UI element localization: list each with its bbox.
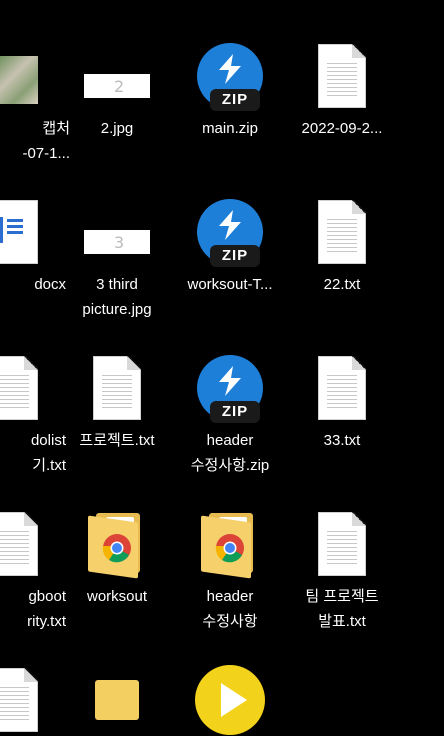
svg-text:3: 3 bbox=[114, 233, 124, 252]
desktop-item-springboot[interactable]: gboot rity.txt bbox=[0, 508, 66, 634]
text-document-icon bbox=[306, 196, 378, 268]
svg-text:2: 2 bbox=[114, 77, 124, 96]
image-capture-icon bbox=[0, 40, 54, 112]
desktop-item-capture[interactable]: 캡처 -07-1... bbox=[0, 40, 70, 166]
item-label: gboot rity.txt bbox=[27, 588, 66, 630]
image-thumbnail-icon: 3 bbox=[81, 196, 153, 268]
zip-archive-icon: ZIP bbox=[194, 40, 266, 112]
word-document-icon bbox=[0, 196, 50, 268]
item-label: 2022-09-2... bbox=[301, 120, 383, 137]
item-label: dolist 기.txt bbox=[30, 432, 66, 474]
folder-icon bbox=[81, 664, 153, 736]
desktop-item-header-zip[interactable]: ZIP header 수정사항.zip bbox=[178, 352, 282, 478]
text-document-icon bbox=[0, 352, 50, 424]
chrome-folder-icon bbox=[194, 508, 266, 580]
desktop-item-header-folder[interactable]: header 수정사항 bbox=[178, 508, 282, 634]
text-document-icon bbox=[306, 508, 378, 580]
item-label: 프로젝트.txt bbox=[79, 432, 155, 449]
item-label: worksout-T... bbox=[187, 276, 273, 293]
desktop-item-docx[interactable]: docx bbox=[0, 196, 66, 297]
desktop-item-partial-doc[interactable] bbox=[0, 664, 66, 736]
image-thumbnail-icon: 2 bbox=[81, 40, 153, 112]
desktop-item-2-jpg[interactable]: 2 2.jpg bbox=[65, 40, 169, 141]
desktop-item-partial-folder[interactable] bbox=[65, 664, 169, 736]
desktop-item-worksout-zip[interactable]: ZIP worksout-T... bbox=[178, 196, 282, 297]
item-label: 3 third picture.jpg bbox=[82, 276, 152, 318]
item-label: main.zip bbox=[202, 120, 258, 137]
item-label: header 수정사항.zip bbox=[190, 432, 270, 474]
item-label: 팀 프로젝트 발표.txt bbox=[305, 588, 379, 630]
desktop-item-dolist[interactable]: dolist 기.txt bbox=[0, 352, 66, 478]
item-label: 33.txt bbox=[323, 432, 361, 449]
item-label: docx bbox=[34, 276, 66, 293]
desktop-item-33-txt[interactable]: 33.txt bbox=[290, 352, 394, 453]
desktop-item-2022-09[interactable]: 2022-09-2... bbox=[290, 40, 394, 141]
text-document-icon bbox=[306, 352, 378, 424]
item-label: header 수정사항 bbox=[202, 588, 258, 630]
media-player-icon bbox=[194, 664, 266, 736]
desktop-item-team-project[interactable]: 팀 프로젝트 발표.txt bbox=[290, 508, 394, 634]
desktop-item-worksout-folder[interactable]: worksout bbox=[65, 508, 169, 609]
desktop-item-3-third-picture[interactable]: 3 3 third picture.jpg bbox=[65, 196, 169, 322]
item-label: 캡처 -07-1... bbox=[22, 120, 70, 162]
desktop-item-main-zip[interactable]: ZIP main.zip bbox=[178, 40, 282, 141]
zip-archive-icon: ZIP bbox=[194, 196, 266, 268]
text-document-icon bbox=[0, 508, 50, 580]
desktop-item-partial-media[interactable] bbox=[178, 664, 282, 736]
chrome-folder-icon bbox=[81, 508, 153, 580]
text-document-icon bbox=[81, 352, 153, 424]
item-label: 22.txt bbox=[323, 276, 361, 293]
item-label: 2.jpg bbox=[100, 120, 134, 137]
text-document-icon bbox=[0, 664, 50, 736]
text-document-icon bbox=[306, 40, 378, 112]
desktop-item-project-txt[interactable]: 프로젝트.txt bbox=[65, 352, 169, 453]
desktop: 캡처 -07-1... 2 2.jpg ZIP main.zip 2022-09… bbox=[0, 0, 444, 735]
item-label: worksout bbox=[86, 588, 148, 605]
desktop-item-22-txt[interactable]: 22.txt bbox=[290, 196, 394, 297]
zip-archive-icon: ZIP bbox=[194, 352, 266, 424]
